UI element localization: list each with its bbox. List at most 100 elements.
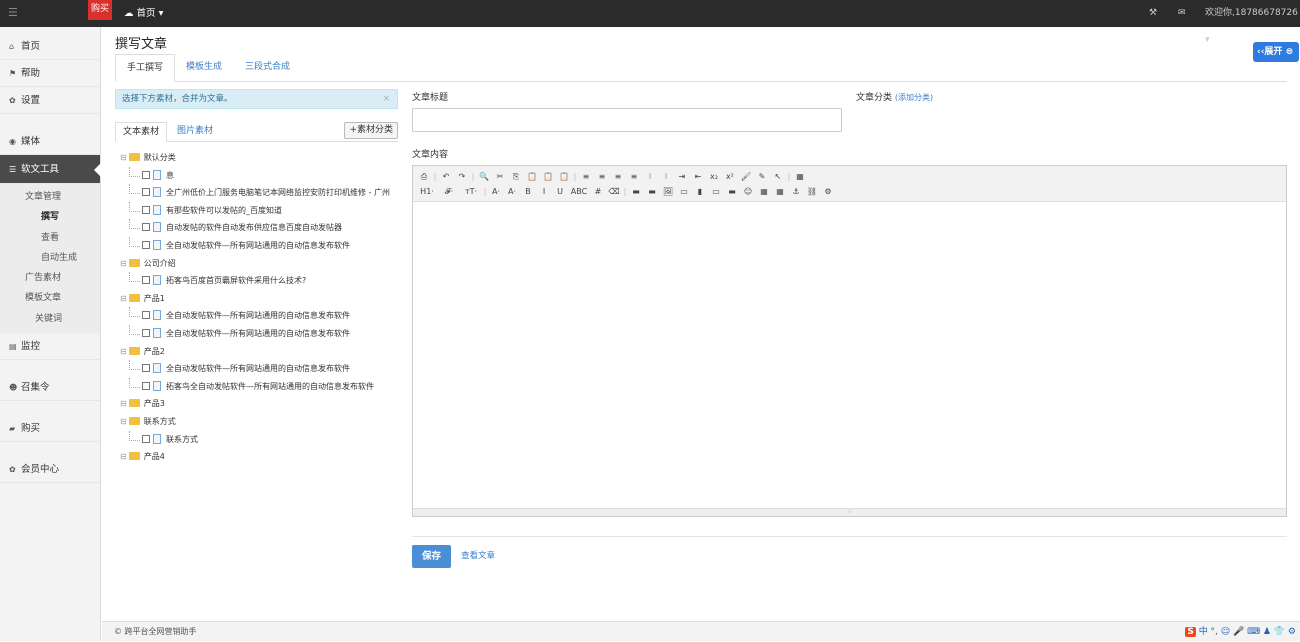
tree-item-checkbox[interactable] bbox=[142, 240, 150, 249]
tree-item[interactable]: 拓客鸟全自动发帖软件—所有网站通用的自动信息发布软件 bbox=[120, 377, 410, 396]
close-icon[interactable]: × bbox=[383, 90, 390, 108]
view-articles-link[interactable]: 查看文章 bbox=[461, 549, 495, 561]
toolbar-button-icon[interactable]: ≡ bbox=[611, 169, 625, 182]
toolbar-button-icon[interactable]: ⌫ bbox=[607, 184, 621, 197]
tree-folder[interactable]: 产品4 bbox=[120, 448, 410, 466]
tab-text-material[interactable]: 文本素材 bbox=[115, 122, 168, 142]
tree-folder[interactable]: 产品1 bbox=[120, 290, 410, 308]
toolbar-button-icon[interactable]: B bbox=[521, 184, 535, 197]
tree-item-checkbox[interactable] bbox=[142, 205, 150, 214]
tools-icon[interactable]: ⚒ bbox=[1149, 0, 1157, 27]
tree-item-checkbox[interactable] bbox=[142, 170, 150, 179]
toolbar-button-icon[interactable]: ☺ bbox=[741, 184, 755, 197]
toolbar-button-icon[interactable]: U bbox=[553, 184, 567, 197]
sidebar-item-monitor[interactable]: ▤ 监控 bbox=[0, 333, 100, 361]
tree-item[interactable]: 全自动发帖软件—所有网站通用的自动信息发布软件 bbox=[120, 324, 410, 343]
sidebar-item-media[interactable]: ◉ 媒体 bbox=[0, 128, 100, 155]
toolbar-button-icon[interactable]: ▬ bbox=[725, 184, 739, 197]
tree-folder[interactable]: 公司介绍 bbox=[120, 255, 410, 273]
toolbar-button-icon[interactable]: H1· bbox=[417, 184, 437, 197]
toolbar-button-icon[interactable]: ▬ bbox=[629, 184, 643, 197]
tab-image-material[interactable]: 图片素材 bbox=[170, 122, 220, 142]
tree-item[interactable]: 全自动发帖软件—所有网站通用的自动信息发布软件 bbox=[120, 236, 410, 255]
sidebar-sub-keywords[interactable]: 关键词 bbox=[0, 309, 100, 329]
article-title-input[interactable] bbox=[412, 108, 842, 132]
toolbar-button-icon[interactable]: 🔍 bbox=[477, 169, 491, 182]
toolbar-button-icon[interactable]: A· bbox=[489, 184, 503, 197]
envelope-icon[interactable]: ✉ bbox=[1178, 0, 1186, 27]
toolbar-button-icon[interactable]: ≡ bbox=[579, 169, 593, 182]
sidebar-item-buy[interactable]: ▰ 购买 bbox=[0, 415, 100, 443]
tree-item-checkbox[interactable] bbox=[142, 328, 150, 337]
toolbar-button-icon[interactable]: 🖌 bbox=[739, 169, 753, 182]
tab-template-generate[interactable]: 模板生成 bbox=[175, 54, 233, 82]
toolbar-button-icon[interactable]: 🖼 bbox=[661, 184, 675, 197]
toolbar-button-icon[interactable]: ≡ bbox=[627, 169, 641, 182]
add-material-category-button[interactable]: +素材分类 bbox=[344, 122, 398, 139]
tree-item[interactable]: 自动发帖的软件自动发布供应信息百度自动发帖器 bbox=[120, 219, 410, 237]
toolbar-button-icon[interactable]: ↶ bbox=[439, 169, 453, 182]
tree-item-checkbox[interactable] bbox=[142, 276, 150, 285]
toolbar-button-icon[interactable]: ▦ bbox=[757, 184, 771, 197]
tree-item-checkbox[interactable] bbox=[142, 188, 150, 197]
toolbar-button-icon[interactable]: ⚓ bbox=[789, 184, 803, 197]
toolbar-button-icon[interactable]: x² bbox=[723, 169, 737, 182]
toolbar-button-icon[interactable]: ▬ bbox=[645, 184, 659, 197]
toolbar-button-icon[interactable]: ⁝ bbox=[659, 169, 673, 182]
sidebar-sub-write[interactable]: 撰写 bbox=[0, 207, 100, 227]
ime-toolbar[interactable]: S 中 °, ☺ 🎤 ⌨ ♟ 👕 ⚙ bbox=[1185, 624, 1296, 640]
sidebar-item-home[interactable]: ⌂ 首页 bbox=[0, 33, 100, 60]
toolbar-button-icon[interactable]: ABC bbox=[569, 184, 589, 197]
sidebar-item-member-center[interactable]: ✿ 会员中心 bbox=[0, 456, 100, 484]
sidebar-sub-ad-material[interactable]: 广告素材 bbox=[0, 268, 100, 288]
tree-item-checkbox[interactable] bbox=[142, 311, 150, 320]
add-category-link[interactable]: (添加分类) bbox=[895, 93, 933, 102]
sidebar-item-settings[interactable]: ✿ 设置 bbox=[0, 87, 100, 114]
toolbar-button-icon[interactable]: ⚙ bbox=[821, 184, 835, 197]
tree-folder[interactable]: 产品3 bbox=[120, 395, 410, 413]
sidebar-sub-template-article[interactable]: 模板文章 bbox=[0, 288, 100, 308]
toolbar-button-icon[interactable]: I bbox=[537, 184, 551, 197]
tree-folder[interactable]: 默认分类 bbox=[120, 149, 410, 167]
tree-item-checkbox[interactable] bbox=[142, 434, 150, 443]
toolbar-button-icon[interactable]: ▦ bbox=[793, 169, 807, 182]
toolbar-button-icon[interactable]: ▮ bbox=[693, 184, 707, 197]
buy-badge[interactable]: 购买 bbox=[88, 0, 113, 20]
tree-item-checkbox[interactable] bbox=[142, 381, 150, 390]
toolbar-button-icon[interactable]: x₂ bbox=[707, 169, 721, 182]
editor-resize-handle[interactable]: ⁘ bbox=[413, 508, 1286, 516]
toolbar-button-icon[interactable]: ⎘ bbox=[509, 169, 523, 182]
menu-toggle-icon[interactable]: ☰ bbox=[8, 7, 20, 19]
sidebar-sub-auto-generate[interactable]: 自动生成 bbox=[0, 248, 100, 268]
rich-text-editor[interactable]: ⎙ | ↶ ↷ | 🔍 ✂ ⎘ 📋 📋 📋 | ≡ ≡ ≡ ≡ ⁝ ⁝ ⇥ ⇤ x₂ x² 🖌 ✎ ↖ | ▦ H1· 𝓕· тT· | A… bbox=[412, 165, 1287, 517]
toolbar-button-icon[interactable]: 📋 bbox=[525, 169, 539, 182]
toolbar-button-icon[interactable]: ▦ bbox=[773, 184, 787, 197]
toolbar-button-icon[interactable]: ⎙ bbox=[417, 169, 431, 182]
tree-item[interactable]: 联系方式 bbox=[120, 430, 410, 449]
tree-item-checkbox[interactable] bbox=[142, 364, 150, 373]
tree-item[interactable]: 全广州低价上门服务电脑笔记本网络监控安防打印机维修 - 广州 bbox=[120, 184, 410, 202]
toolbar-button-icon[interactable]: 𝓕· bbox=[439, 184, 459, 197]
toolbar-button-icon[interactable]: ⁝ bbox=[643, 169, 657, 182]
tree-item[interactable]: 有那些软件可以发帖的_百度知道 bbox=[120, 201, 410, 220]
tree-item[interactable]: 全自动发帖软件—所有网站通用的自动信息发布软件 bbox=[120, 360, 410, 378]
toolbar-button-icon[interactable]: ⛓ bbox=[805, 184, 819, 197]
toolbar-button-icon[interactable]: # bbox=[591, 184, 605, 197]
tree-folder[interactable]: 产品2 bbox=[120, 343, 410, 361]
tree-item[interactable]: 拓客鸟百度首页霸屏软件采用什么技术? bbox=[120, 272, 410, 290]
tree-folder[interactable]: 联系方式 bbox=[120, 413, 410, 431]
user-menu[interactable]: 欢迎你,18786678726 ▾ bbox=[1205, 0, 1300, 45]
toolbar-button-icon[interactable]: ▭ bbox=[709, 184, 723, 197]
tree-item-checkbox[interactable] bbox=[142, 223, 150, 232]
expand-button[interactable]: ‹‹展开 ⊜ bbox=[1253, 42, 1299, 62]
toolbar-button-icon[interactable]: ↷ bbox=[455, 169, 469, 182]
toolbar-button-icon[interactable]: ✎ bbox=[755, 169, 769, 182]
toolbar-button-icon[interactable]: ↖ bbox=[771, 169, 785, 182]
toolbar-button-icon[interactable]: 📋 bbox=[541, 169, 555, 182]
tab-manual-write[interactable]: 手工撰写 bbox=[115, 54, 176, 82]
sidebar-sub-view[interactable]: 查看 bbox=[0, 228, 100, 248]
tab-three-part-compose[interactable]: 三段式合成 bbox=[234, 54, 301, 82]
sidebar-item-softtext-tools[interactable]: ☰ 软文工具 bbox=[0, 155, 101, 184]
sidebar-item-summon[interactable]: ☻ 召集令 bbox=[0, 374, 100, 402]
save-button[interactable]: 保存 bbox=[412, 545, 451, 568]
